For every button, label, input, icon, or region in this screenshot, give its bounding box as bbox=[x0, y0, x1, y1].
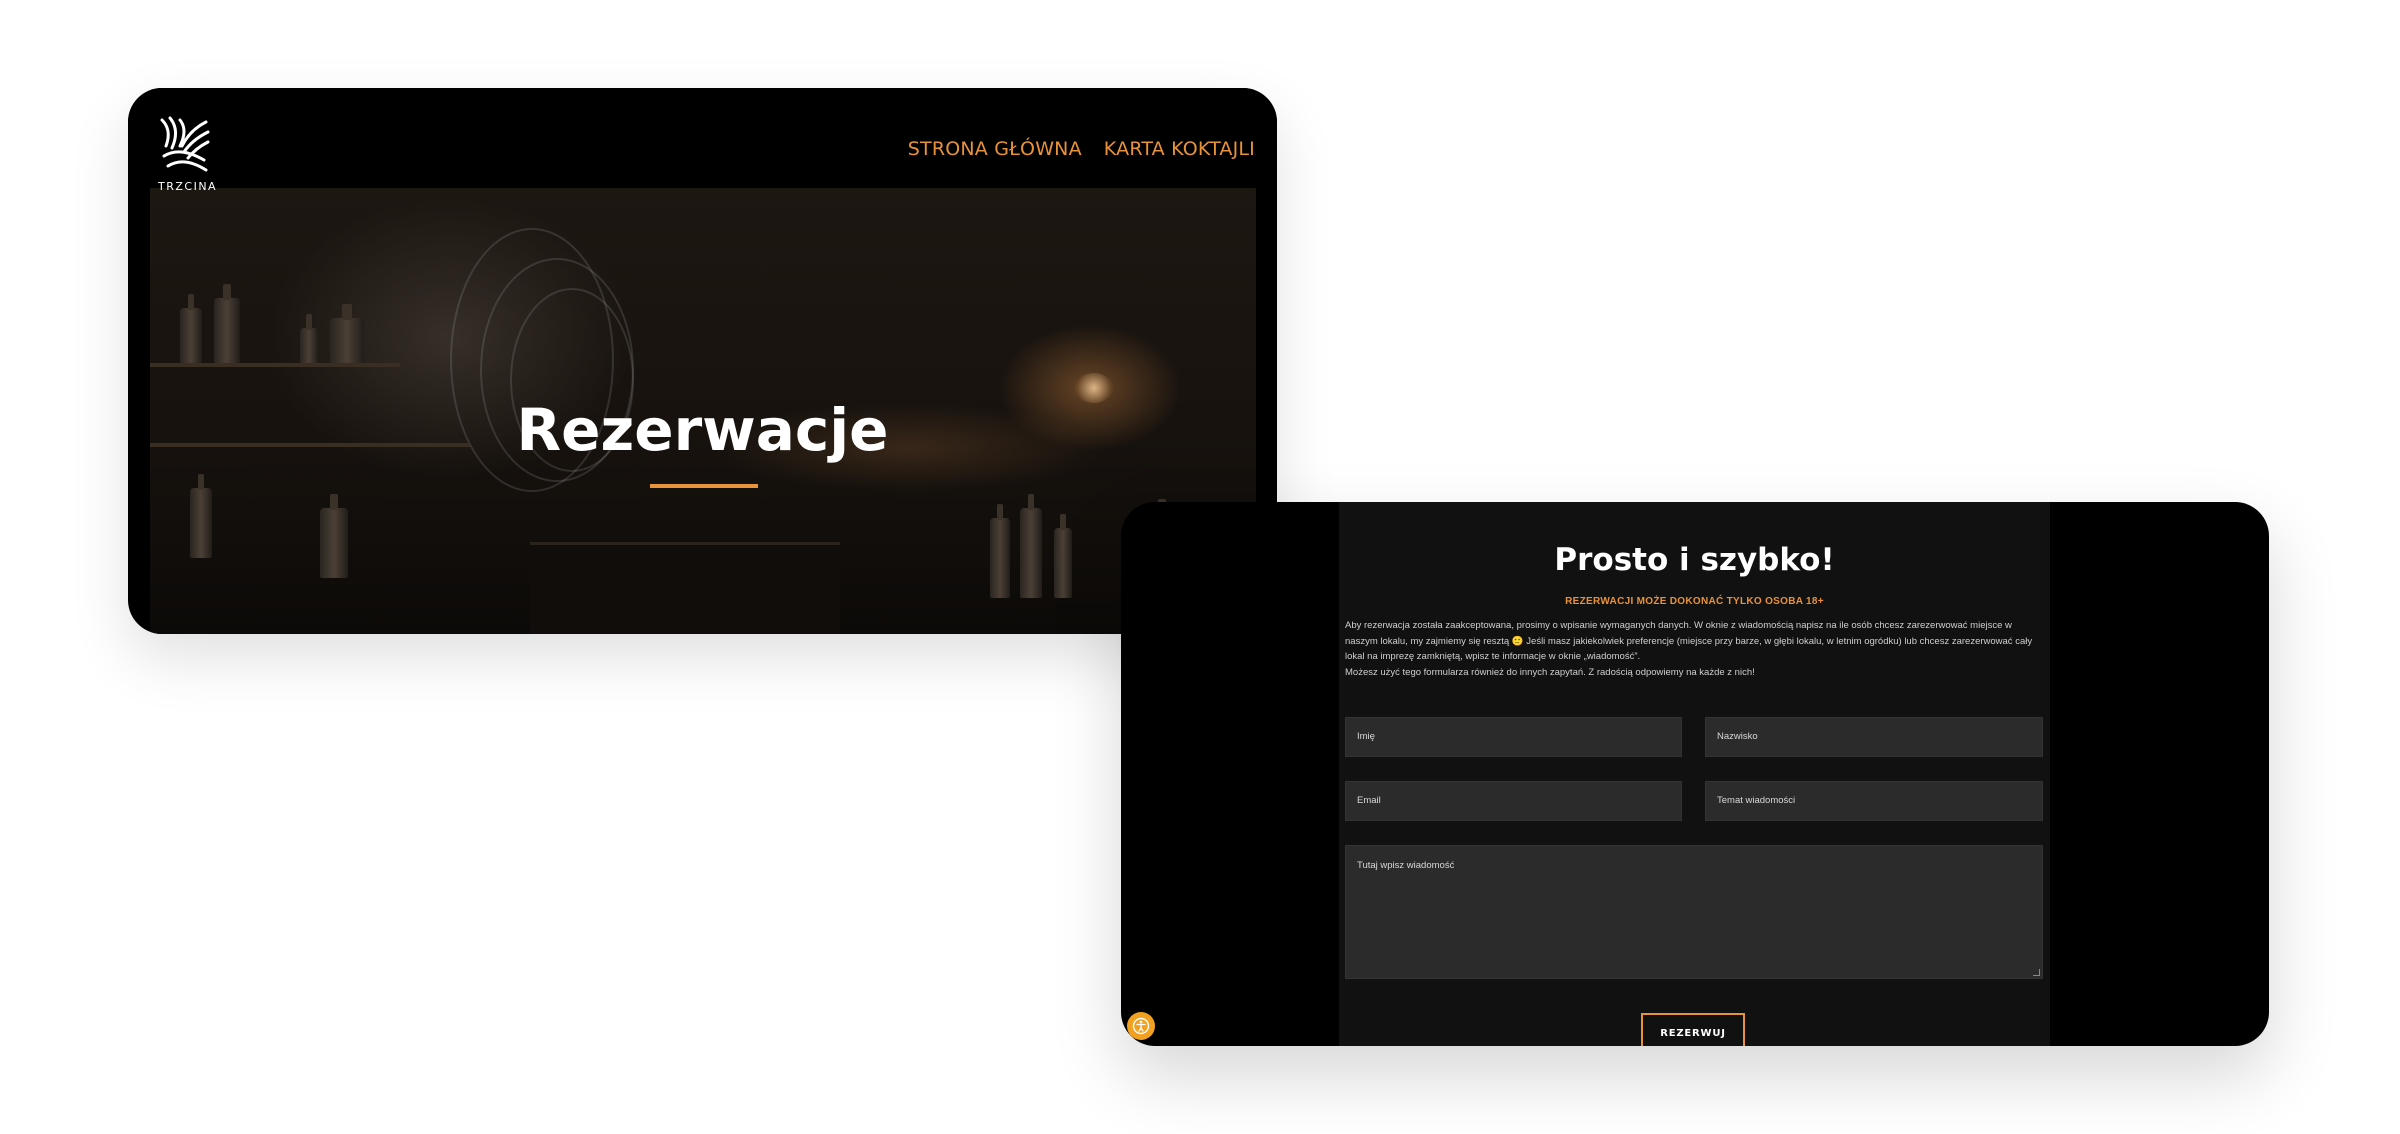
email-input[interactable]: Email bbox=[1345, 781, 1682, 821]
subject-input[interactable]: Temat wiadomości bbox=[1705, 781, 2043, 821]
reservation-card: Prosto i szybko! REZERWACJI MOŻE DOKONAĆ… bbox=[1121, 502, 2269, 1046]
main-nav: STRONA GŁÓWNA KARTA KOKTAJLI bbox=[908, 138, 1255, 160]
site-header: TRZCINA STRONA GŁÓWNA KARTA KOKTAJLI bbox=[128, 88, 1277, 193]
last-name-input[interactable]: Nazwisko bbox=[1705, 717, 2043, 757]
last-name-placeholder: Nazwisko bbox=[1717, 731, 1758, 742]
subject-placeholder: Temat wiadomości bbox=[1717, 795, 1796, 806]
email-placeholder: Email bbox=[1357, 795, 1381, 806]
message-textarea[interactable]: Tutaj wpisz wiadomość bbox=[1345, 845, 2043, 979]
trzcina-reed-logo-icon bbox=[160, 116, 210, 172]
accessibility-icon bbox=[1132, 1017, 1150, 1035]
site-logo[interactable]: TRZCINA bbox=[158, 116, 218, 193]
accessibility-button[interactable] bbox=[1127, 1012, 1155, 1040]
description-paragraph: Możesz użyć tego formularza również do i… bbox=[1345, 666, 1755, 678]
first-name-input[interactable]: Imię bbox=[1345, 717, 1682, 757]
resize-handle[interactable] bbox=[2033, 969, 2040, 976]
nav-cocktail-menu-link[interactable]: KARTA KOKTAJLI bbox=[1104, 138, 1255, 160]
description-paragraph: Aby rezerwacja została zaakceptowana, pr… bbox=[1345, 620, 2033, 662]
message-placeholder: Tutaj wpisz wiadomość bbox=[1357, 860, 1455, 871]
reservation-form: Prosto i szybko! REZERWACJI MOŻE DOKONAĆ… bbox=[1339, 502, 2050, 1046]
form-title: Prosto i szybko! bbox=[1554, 542, 1835, 578]
logo-text: TRZCINA bbox=[158, 180, 218, 193]
first-name-placeholder: Imię bbox=[1357, 731, 1375, 742]
form-description: Aby rezerwacja została zaakceptowana, pr… bbox=[1345, 618, 2045, 680]
page-title: Rezerwacje bbox=[516, 396, 889, 464]
reserve-button[interactable]: REZERWUJ bbox=[1641, 1013, 1745, 1046]
nav-home-link[interactable]: STRONA GŁÓWNA bbox=[908, 138, 1082, 160]
age-notice: REZERWACJI MOŻE DOKONAĆ TYLKO OSOBA 18+ bbox=[1565, 596, 1824, 607]
title-underline bbox=[650, 484, 758, 488]
hero-card: TRZCINA STRONA GŁÓWNA KARTA KOKTAJLI Rez… bbox=[128, 88, 1277, 634]
